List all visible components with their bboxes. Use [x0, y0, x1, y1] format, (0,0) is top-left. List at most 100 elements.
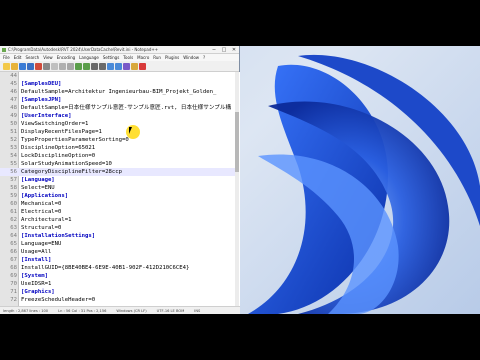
- code-line[interactable]: 66 Usage=All: [0, 248, 238, 256]
- cut-icon[interactable]: [51, 62, 58, 70]
- menu-macro[interactable]: Macro: [137, 54, 149, 61]
- line-text: [UserInterface]: [21, 113, 72, 119]
- line-text: Architectural=1: [21, 217, 72, 223]
- code-line[interactable]: 54 LockDisciplineOption=0: [0, 152, 238, 160]
- code-line[interactable]: 46 DefaultSample=Architektur Ingenieurbau…: [0, 88, 238, 96]
- code-line[interactable]: 52 TypePropertiesParameterSorting=0: [0, 136, 238, 144]
- line-number: 50: [10, 121, 17, 127]
- window-controls: ─ □ ✕: [209, 46, 239, 53]
- line-text: [Language]: [21, 177, 55, 183]
- code-line[interactable]: 58 Select=ENU: [0, 184, 238, 192]
- menu-tools[interactable]: Tools: [123, 54, 133, 61]
- line-text: DisciplineOption=65021: [21, 145, 96, 151]
- undo-icon[interactable]: [75, 62, 82, 70]
- line-text: [InstallationSettings]: [21, 233, 96, 239]
- line-number: 54: [10, 153, 17, 159]
- line-text: [Graphics]: [21, 289, 55, 295]
- maximize-button[interactable]: □: [219, 46, 229, 53]
- minimize-button[interactable]: ─: [209, 46, 219, 53]
- record-macro-icon[interactable]: [131, 62, 138, 70]
- menu-file[interactable]: File: [3, 54, 10, 61]
- copy-icon[interactable]: [59, 62, 66, 70]
- zoom-out-icon[interactable]: [115, 62, 122, 70]
- menu-view[interactable]: View: [43, 54, 53, 61]
- line-text: Electrical=0: [21, 209, 62, 215]
- menu-run[interactable]: Run: [153, 54, 161, 61]
- code-line[interactable]: 71 [Graphics]: [0, 288, 238, 296]
- code-editor[interactable]: 44 45 [SamplesDEU] 46 DefaultSample=Architek…: [0, 72, 240, 306]
- line-text: FreezeScheduleHeader=0: [21, 297, 96, 303]
- menu-edit[interactable]: Edit: [14, 54, 22, 61]
- code-line[interactable]: 53 DisciplineOption=65021: [0, 144, 238, 152]
- line-text: [Install]: [21, 257, 52, 263]
- code-line[interactable]: 65 Language=ENU: [0, 240, 238, 248]
- menu-encoding[interactable]: Encoding: [57, 54, 75, 61]
- line-number: 45: [10, 81, 17, 87]
- code-line[interactable]: 50 ViewSwitchingOrder=1: [0, 120, 238, 128]
- scrollbar-thumb[interactable]: [235, 112, 239, 172]
- paste-icon[interactable]: [67, 62, 74, 70]
- code-line[interactable]: 72 FreezeScheduleHeader=0: [0, 296, 238, 304]
- line-number: 51: [10, 129, 17, 135]
- code-line[interactable]: 57 [Language]: [0, 176, 238, 184]
- line-number: 65: [10, 241, 17, 247]
- code-line[interactable]: 69 [System]: [0, 272, 238, 280]
- line-text: Select=ENU: [21, 185, 55, 191]
- code-line[interactable]: 47 [SamplesJPN]: [0, 96, 238, 104]
- code-line[interactable]: 55 SolarStudyAnimationSpeed=10: [0, 160, 238, 168]
- code-line[interactable]: 61 Electrical=0: [0, 208, 238, 216]
- stop-macro-icon[interactable]: [139, 62, 146, 70]
- code-line[interactable]: 59 [Applications]: [0, 192, 238, 200]
- word-wrap-icon[interactable]: [123, 62, 130, 70]
- zoom-in-icon[interactable]: [107, 62, 114, 70]
- line-number: 72: [10, 297, 17, 303]
- menu-bar: File Edit Search View Encoding Language …: [0, 54, 239, 61]
- line-text: Structural=0: [21, 225, 62, 231]
- code-line[interactable]: 63 Structural=0: [0, 224, 238, 232]
- code-line[interactable]: 60 Mechanical=0: [0, 200, 238, 208]
- line-text: InstallGUID={8BE40BE4-6E9E-40B1-902F-412…: [21, 265, 190, 271]
- open-file-icon[interactable]: [11, 62, 18, 70]
- code-line[interactable]: 64 [InstallationSettings]: [0, 232, 238, 240]
- code-line[interactable]: 44: [0, 72, 238, 80]
- vertical-scrollbar[interactable]: [235, 72, 239, 306]
- line-number: 49: [10, 113, 17, 119]
- close-button[interactable]: ✕: [229, 46, 239, 53]
- menu-plugins[interactable]: Plugins: [165, 54, 179, 61]
- line-number: 71: [10, 289, 17, 295]
- code-line[interactable]: 56 CategoryDisciplineFilter=28ccp: [0, 168, 238, 176]
- replace-icon[interactable]: [99, 62, 106, 70]
- code-line[interactable]: 45 [SamplesDEU]: [0, 80, 238, 88]
- new-file-icon[interactable]: [3, 62, 10, 70]
- line-number: 56: [10, 169, 17, 175]
- code-line[interactable]: 62 Architectural=1: [0, 216, 238, 224]
- notepad-app-icon: [2, 48, 6, 52]
- toolbar: [0, 61, 239, 72]
- status-length: length : 2,867 lines : 100: [3, 309, 49, 313]
- save-icon[interactable]: [19, 62, 26, 70]
- code-line[interactable]: 70 UseIDSR=1: [0, 280, 238, 288]
- line-number: 47: [10, 97, 17, 103]
- save-all-icon[interactable]: [27, 62, 34, 70]
- mouse-cursor-highlight: [126, 125, 140, 139]
- menu-settings[interactable]: Settings: [103, 54, 119, 61]
- line-text: [System]: [21, 273, 48, 279]
- window-title: C:\ProgramData\Autodesk\RVT 2024\UserDat…: [8, 47, 159, 52]
- menu-language[interactable]: Language: [79, 54, 99, 61]
- code-line[interactable]: 49 [UserInterface]: [0, 112, 238, 120]
- code-line[interactable]: 67 [Install]: [0, 256, 238, 264]
- line-number: 70: [10, 281, 17, 287]
- status-bar: length : 2,867 lines : 100 Ln : 56 Col :…: [0, 306, 240, 314]
- redo-icon[interactable]: [83, 62, 90, 70]
- close-file-icon[interactable]: [35, 62, 42, 70]
- code-line[interactable]: 51 DisplayRecentFilesPage=1: [0, 128, 238, 136]
- menu-help[interactable]: ?: [203, 54, 205, 61]
- code-line[interactable]: 68 InstallGUID={8BE40BE4-6E9E-40B1-902F-4…: [0, 264, 238, 272]
- print-icon[interactable]: [43, 62, 50, 70]
- menu-window[interactable]: Window: [183, 54, 199, 61]
- code-line[interactable]: 48 DefaultSample=日本仕様サンプル意匠-サンプル意匠.rvt, 日…: [0, 104, 238, 112]
- line-text: LockDisciplineOption=0: [21, 153, 96, 159]
- find-icon[interactable]: [91, 62, 98, 70]
- line-number: 52: [10, 137, 17, 143]
- menu-search[interactable]: Search: [25, 54, 39, 61]
